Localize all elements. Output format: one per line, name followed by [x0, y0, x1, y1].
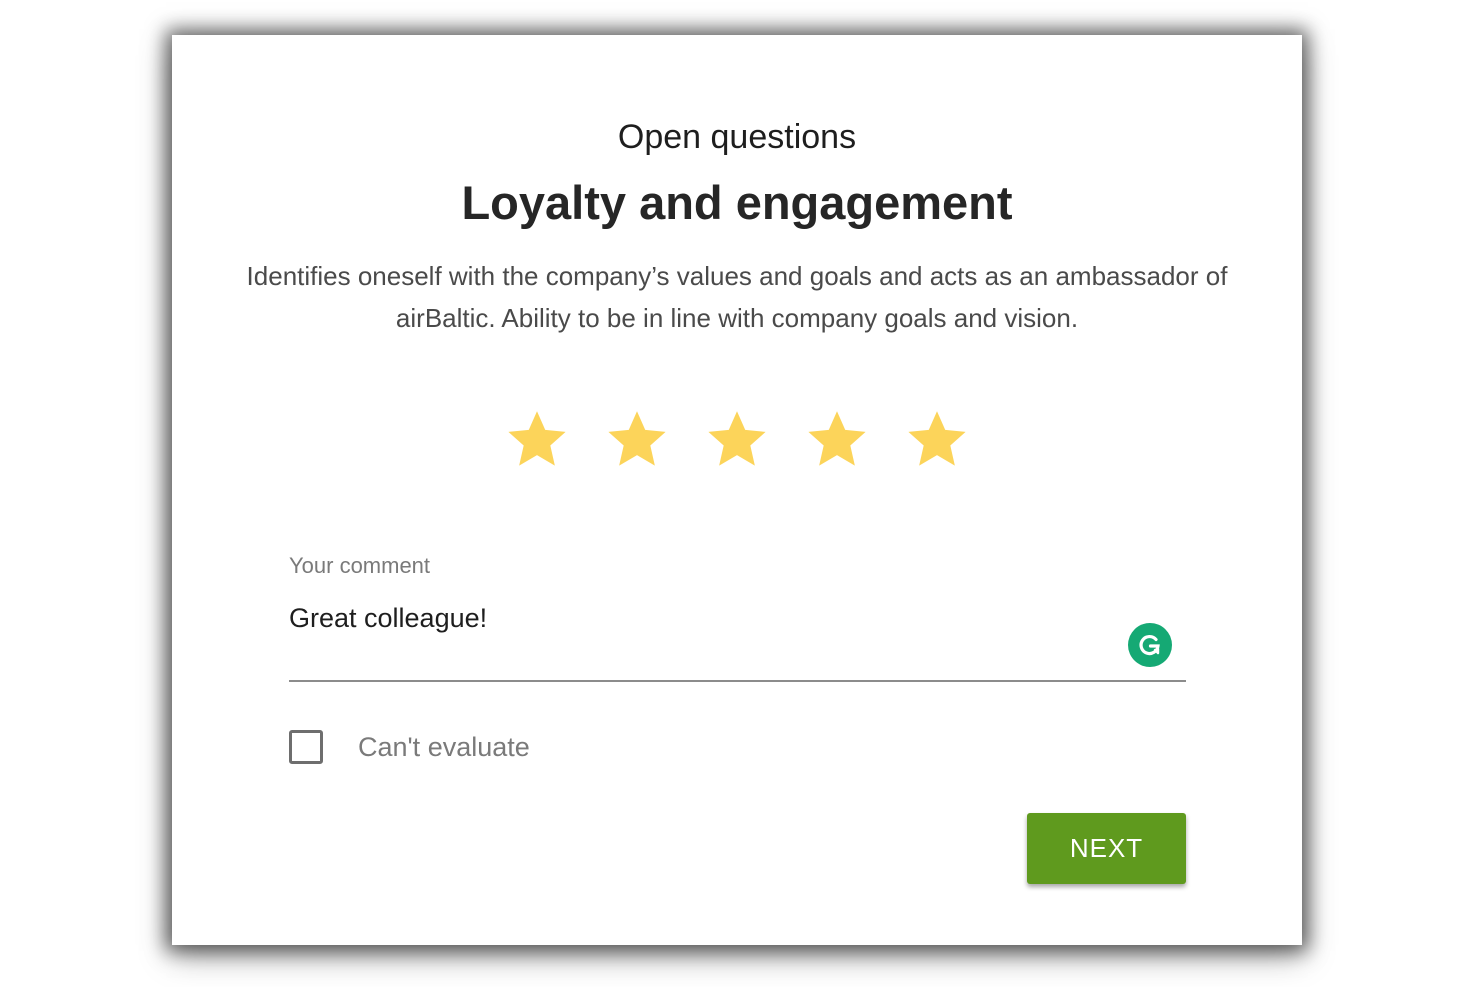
section-subtitle: Open questions	[617, 118, 857, 156]
star-4-icon[interactable]	[803, 405, 871, 473]
next-button[interactable]: NEXT	[1027, 813, 1186, 884]
evaluation-card: Open questions Loyalty and engagement Id…	[172, 35, 1302, 945]
star-rating	[172, 405, 1302, 475]
question-title: Loyalty and engagement	[461, 176, 1013, 229]
star-shape	[908, 411, 966, 466]
star-shape	[508, 411, 566, 466]
question-description: Identifies oneself with the company’s va…	[246, 261, 1228, 333]
star-shape	[708, 411, 766, 466]
cant-evaluate-label: Can't evaluate	[358, 731, 530, 762]
grammarly-g-glyph	[1139, 634, 1160, 656]
comment-value[interactable]: Great colleague!	[289, 603, 487, 634]
cant-evaluate-checkbox[interactable]	[289, 730, 323, 764]
star-1-icon[interactable]	[503, 405, 571, 473]
star-2-icon[interactable]	[603, 405, 671, 473]
page: Open questions Loyalty and engagement Id…	[0, 0, 1480, 987]
comment-field[interactable]: Great colleague!	[289, 600, 1186, 682]
star-5-icon[interactable]	[903, 405, 971, 473]
star-shape	[808, 411, 866, 466]
star-3-icon[interactable]	[703, 405, 771, 473]
grammarly-icon[interactable]	[1128, 623, 1172, 667]
comment-label: Your comment	[289, 553, 431, 578]
star-shape	[608, 411, 666, 466]
cant-evaluate-row[interactable]: Can't evaluate	[289, 727, 530, 767]
